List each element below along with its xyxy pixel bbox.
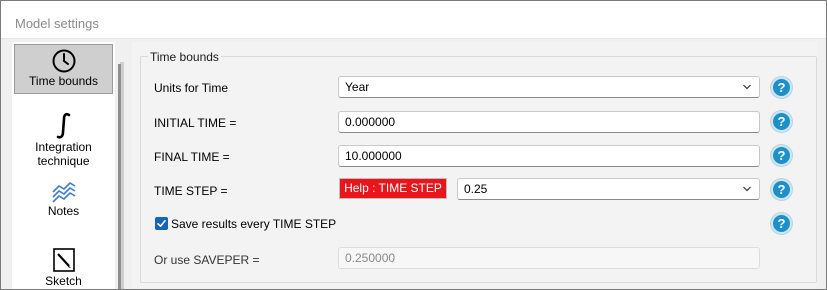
help-button-time-step[interactable]: ?: [771, 179, 792, 200]
saveper-input: 0.250000: [338, 247, 760, 269]
integral-icon: [56, 112, 70, 139]
final-time-label: FINAL TIME =: [154, 150, 230, 164]
sidebar-item-label-line2: technique: [37, 154, 90, 168]
group-title: Time bounds: [148, 50, 221, 64]
title-bar: Model settings: [1, 1, 826, 39]
window-title: Model settings: [15, 16, 99, 31]
checkmark-icon: [157, 220, 166, 227]
sidebar-list: Time bounds Integration technique Notes: [12, 42, 115, 289]
help-button-final-time[interactable]: ?: [771, 145, 792, 166]
notes-chart-icon: [51, 181, 75, 203]
sidebar-item-label: Notes: [47, 204, 80, 218]
time-step-select-value: 0.25: [464, 182, 488, 196]
sidebar-item-sketch[interactable]: Sketch: [14, 246, 113, 290]
time-step-label: TIME STEP =: [154, 184, 228, 198]
units-select[interactable]: Year: [338, 76, 760, 98]
saveper-label: Or use SAVEPER =: [154, 253, 260, 267]
final-time-input[interactable]: 10.000000: [338, 145, 760, 167]
initial-time-label: INITIAL TIME =: [154, 116, 237, 130]
sidebar-scrollbar-thumb[interactable]: [118, 64, 121, 289]
sidebar: Time bounds Integration technique Notes: [8, 42, 130, 289]
help-time-step-button[interactable]: Help : TIME STEP: [339, 178, 447, 199]
sidebar-item-time-bounds[interactable]: Time bounds: [14, 44, 113, 94]
chevron-down-icon: [743, 186, 751, 192]
save-results-label[interactable]: Save results every TIME STEP: [171, 217, 336, 231]
clock-icon: [52, 49, 75, 73]
sidebar-item-label-line1: Integration: [35, 140, 92, 154]
help-button-initial-time[interactable]: ?: [771, 111, 792, 132]
units-label: Units for Time: [154, 81, 229, 95]
initial-time-value: 0.000000: [345, 115, 396, 129]
sidebar-item-label: Time bounds: [29, 74, 98, 88]
sidebar-item-integration-technique[interactable]: Integration technique: [14, 112, 113, 170]
initial-time-input[interactable]: 0.000000: [338, 111, 760, 133]
sketch-icon: [52, 248, 75, 272]
help-button-units[interactable]: ?: [771, 77, 792, 98]
sidebar-item-label: Sketch: [45, 274, 82, 288]
save-results-checkbox[interactable]: [155, 217, 168, 230]
time-step-select[interactable]: 0.25: [457, 178, 760, 200]
saveper-value: 0.250000: [345, 251, 396, 265]
help-button-save-results[interactable]: ?: [771, 213, 792, 234]
final-time-value: 10.000000: [345, 149, 402, 163]
chevron-down-icon: [743, 84, 751, 90]
sidebar-item-notes[interactable]: Notes: [14, 180, 113, 226]
units-select-value: Year: [345, 80, 370, 94]
